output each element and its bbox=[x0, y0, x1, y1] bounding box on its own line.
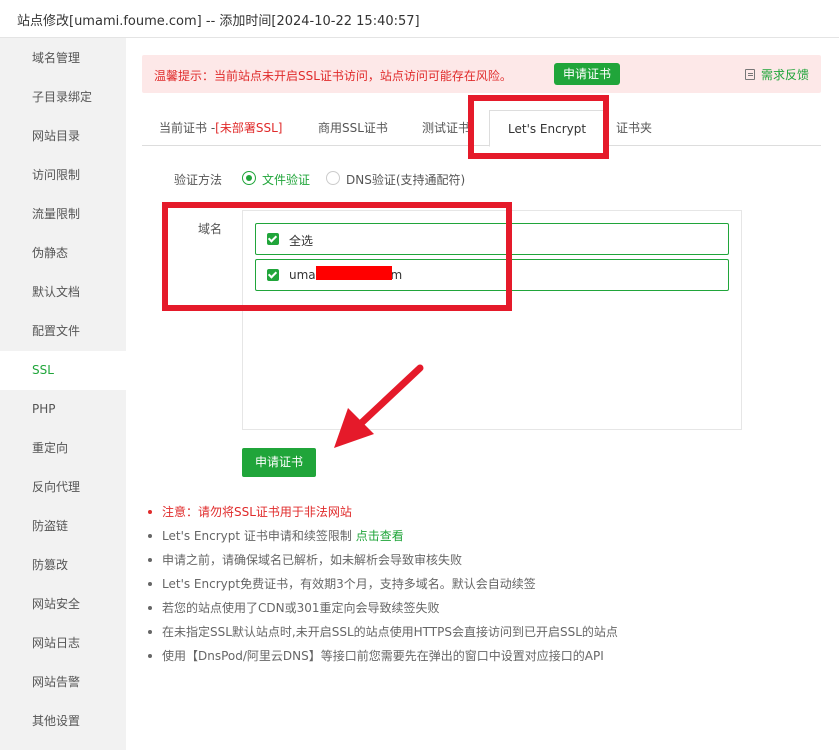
notes-list: 注意：请勿将SSL证书用于非法网站 Let's Encrypt 证书申请和续签限… bbox=[148, 500, 618, 668]
sidebar-item-site-alerts[interactable]: 网站告警 bbox=[0, 663, 126, 702]
sidebar-item-hotlink-protection[interactable]: 防盗链 bbox=[0, 507, 126, 546]
sidebar-item-access-restriction[interactable]: 访问限制 bbox=[0, 156, 126, 195]
tab-current-cert-label: 当前证书 - bbox=[159, 121, 216, 135]
sidebar-item-rewrite[interactable]: 伪静态 bbox=[0, 234, 126, 273]
note-item: 申请之前，请确保域名已解析，如未解析会导致审核失败 bbox=[148, 548, 618, 572]
apply-cert-button[interactable]: 申请证书 bbox=[242, 448, 316, 477]
main-panel: 温馨提示：当前站点未开启SSL证书访问，站点访问可能存在风险。 申请证书 需求反… bbox=[126, 38, 839, 750]
sidebar-item-other-settings[interactable]: 其他设置 bbox=[0, 702, 126, 741]
radio-file-verify-label: 文件验证 bbox=[262, 173, 311, 187]
note-item: 使用【DnsPod/阿里云DNS】等接口前您需要先在弹出的窗口中设置对应接口的A… bbox=[148, 644, 618, 668]
domain-list: 全选 umami.foume.com bbox=[242, 210, 742, 430]
tab-current-cert-status: [未部署SSL] bbox=[215, 121, 283, 135]
radio-file-verify-dot bbox=[242, 171, 256, 185]
note-text: Let's Encrypt 证书申请和续签限制 bbox=[162, 529, 356, 543]
sidebar-item-redirect[interactable]: 重定向 bbox=[0, 429, 126, 468]
window-titlebar: 站点修改[umami.foume.com] -- 添加时间[2024-10-22… bbox=[0, 0, 839, 38]
sidebar-item-subdirectory-binding[interactable]: 子目录绑定 bbox=[0, 78, 126, 117]
radio-dns-verify-label: DNS验证(支持通配符) bbox=[346, 173, 466, 187]
sidebar-item-default-document[interactable]: 默认文档 bbox=[0, 273, 126, 312]
alert-apply-cert-button[interactable]: 申请证书 bbox=[554, 63, 620, 85]
note-item: Let's Encrypt免费证书，有效期3个月，支持多域名。默认会自动续签 bbox=[148, 572, 618, 596]
sidebar-item-tamper-protection[interactable]: 防篡改 bbox=[0, 546, 126, 585]
note-item: 若您的站点使用了CDN或301重定向会导致续签失败 bbox=[148, 596, 618, 620]
alert-message: 温馨提示：当前站点未开启SSL证书访问，站点访问可能存在风险。 bbox=[154, 69, 512, 83]
checkbox-domain[interactable] bbox=[267, 269, 279, 281]
feedback-link[interactable]: 需求反馈 bbox=[744, 66, 809, 83]
checkbox-select-all[interactable] bbox=[267, 233, 279, 245]
ssl-tabs: 当前证书 -[未部署SSL] 商用SSL证书 测试证书 Let's Encryp… bbox=[142, 110, 821, 147]
window-title: 站点修改[umami.foume.com] -- 添加时间[2024-10-22… bbox=[17, 14, 420, 29]
ssl-warning-alert: 温馨提示：当前站点未开启SSL证书访问，站点访问可能存在风险。 申请证书 需求反… bbox=[142, 55, 821, 93]
feedback-label: 需求反馈 bbox=[760, 68, 809, 82]
feedback-icon bbox=[744, 69, 755, 80]
tab-letsencrypt[interactable]: Let's Encrypt bbox=[489, 110, 606, 147]
tab-current-cert[interactable]: 当前证书 -[未部署SSL] bbox=[159, 110, 282, 146]
tab-commercial-ssl[interactable]: 商用SSL证书 bbox=[318, 110, 388, 146]
domain-label: 域名 bbox=[198, 222, 223, 236]
sidebar-item-site-logs[interactable]: 网站日志 bbox=[0, 624, 126, 663]
sidebar-item-config-file[interactable]: 配置文件 bbox=[0, 312, 126, 351]
sidebar-item-php[interactable]: PHP bbox=[0, 390, 126, 429]
view-limits-link[interactable]: 点击查看 bbox=[356, 529, 404, 543]
note-item: 注意：请勿将SSL证书用于非法网站 bbox=[148, 500, 618, 524]
sidebar-item-traffic-limit[interactable]: 流量限制 bbox=[0, 195, 126, 234]
sidebar-item-ssl[interactable]: SSL bbox=[0, 351, 126, 390]
radio-dns-verify-dot bbox=[326, 171, 340, 185]
note-item: Let's Encrypt 证书申请和续签限制 点击查看 bbox=[148, 524, 618, 548]
sidebar-item-reverse-proxy[interactable]: 反向代理 bbox=[0, 468, 126, 507]
verify-method-label: 验证方法 bbox=[174, 173, 223, 187]
domain-select-all-label: 全选 bbox=[289, 234, 314, 248]
domain-select-all[interactable]: 全选 bbox=[255, 223, 729, 255]
sidebar-item-site-security[interactable]: 网站安全 bbox=[0, 585, 126, 624]
sidebar-item-site-directory[interactable]: 网站目录 bbox=[0, 117, 126, 156]
tab-cert-folder[interactable]: 证书夹 bbox=[616, 110, 652, 146]
note-item: 在未指定SSL默认站点时,未开启SSL的站点使用HTTPS会直接访问到已开启SS… bbox=[148, 620, 618, 644]
tab-test-cert[interactable]: 测试证书 bbox=[422, 110, 470, 146]
sidebar: 域名管理 子目录绑定 网站目录 访问限制 流量限制 伪静态 默认文档 配置文件 … bbox=[0, 38, 126, 750]
redaction-bar bbox=[316, 266, 392, 280]
sidebar-item-domain-management[interactable]: 域名管理 bbox=[0, 39, 126, 78]
